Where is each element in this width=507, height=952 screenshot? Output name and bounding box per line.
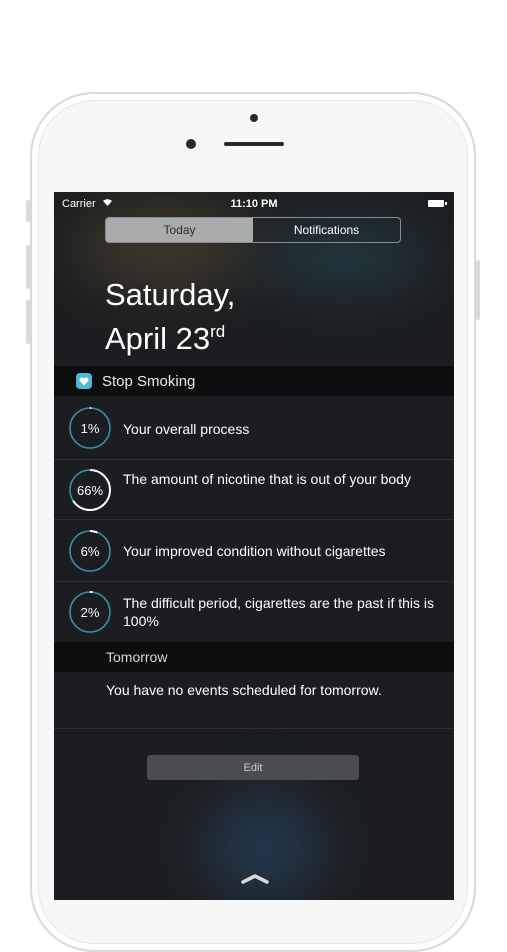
- no-events-message: You have no events scheduled for tomorro…: [106, 682, 382, 698]
- tomorrow-header: Tomorrow: [54, 642, 454, 672]
- date-month-day: April 23: [105, 321, 211, 356]
- tab-notifications[interactable]: Notifications: [253, 218, 400, 242]
- battery-icon: [428, 200, 447, 207]
- view-segmented-control[interactable]: Today Notifications: [105, 217, 401, 243]
- progress-percent: 6%: [80, 543, 100, 559]
- progress-ring: 1%: [68, 406, 112, 450]
- volume-down-button: [26, 300, 30, 344]
- phone-screen: Carrier 11:10 PM Today Notifications Sat…: [54, 192, 454, 900]
- volume-up-button: [26, 245, 30, 289]
- progress-percent: 66%: [76, 482, 104, 498]
- progress-row[interactable]: 6% Your improved condition without cigar…: [54, 520, 454, 582]
- progress-row[interactable]: 2% The difficult period, cigarettes are …: [54, 582, 454, 642]
- edit-button[interactable]: Edit: [147, 755, 359, 780]
- power-button: [476, 260, 480, 320]
- progress-percent: 2%: [80, 604, 100, 620]
- progress-description: The difficult period, cigarettes are the…: [123, 595, 435, 629]
- front-camera: [186, 139, 196, 149]
- date-ordinal-suffix: rd: [210, 322, 226, 341]
- mute-switch: [26, 200, 30, 222]
- tomorrow-title: Tomorrow: [106, 649, 168, 665]
- progress-ring: 2%: [68, 590, 112, 634]
- date-weekday: Saturday,: [105, 277, 236, 312]
- widget-header[interactable]: Stop Smoking: [54, 366, 454, 396]
- progress-ring: 6%: [68, 529, 112, 573]
- progress-percent: 1%: [80, 420, 100, 436]
- progress-ring: 66%: [68, 468, 112, 512]
- widget-title: Stop Smoking: [102, 372, 196, 390]
- progress-description: Your improved condition without cigarett…: [123, 543, 386, 559]
- progress-description: The amount of nicotine that is out of yo…: [123, 471, 411, 487]
- progress-row[interactable]: 1% Your overall process: [54, 396, 454, 460]
- chevron-up-handle-icon[interactable]: [240, 872, 270, 884]
- progress-row[interactable]: 66% The amount of nicotine that is out o…: [54, 460, 454, 520]
- divider: [54, 728, 454, 729]
- status-time: 11:10 PM: [230, 198, 278, 210]
- heart-app-icon: [76, 373, 92, 389]
- status-bar: Carrier 11:10 PM: [54, 192, 454, 214]
- date-heading: Saturday, April 23rd: [105, 276, 235, 357]
- earpiece-speaker: [224, 142, 284, 146]
- date-day-line: April 23rd: [105, 313, 235, 357]
- progress-description: Your overall process: [123, 421, 250, 437]
- proximity-sensor: [250, 114, 258, 122]
- tab-today[interactable]: Today: [106, 218, 253, 242]
